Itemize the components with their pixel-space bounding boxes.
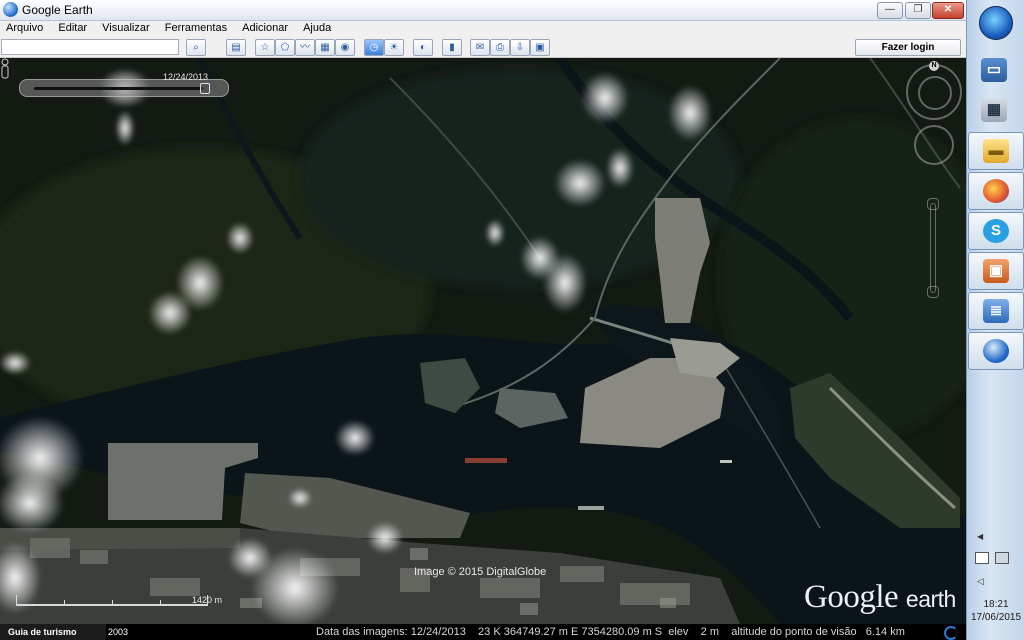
- explorer-icon[interactable]: ▬: [968, 132, 1024, 170]
- scale-label: 1420 m: [192, 595, 223, 605]
- scale-legend: [16, 593, 208, 607]
- clock-date: 17/06/2015: [970, 612, 1022, 623]
- save-image-icon[interactable]: ⇩: [510, 39, 530, 56]
- scale-tick: [160, 600, 161, 606]
- window-title: Google Earth: [22, 3, 93, 17]
- menu-ajuda[interactable]: Ajuda: [297, 21, 337, 34]
- polygon-icon[interactable]: ⬠: [275, 39, 295, 56]
- taskbar-clock[interactable]: 18:21 17/06/2015: [967, 598, 1024, 624]
- scale-tick: [16, 595, 17, 606]
- google-maps-icon[interactable]: ▣: [530, 39, 550, 56]
- login-button[interactable]: Fazer login: [855, 39, 961, 56]
- windows-taskbar: ▭ ▦ ▬ S ▣ ≣ ◀ ◁ 18:21 17/06/2015: [966, 0, 1024, 640]
- ruler-icon[interactable]: ▮: [442, 39, 462, 56]
- time-slider-date: 12/24/2013: [163, 72, 209, 82]
- sidebar-toggle-icon[interactable]: ▤: [226, 39, 246, 56]
- menu-ferramentas[interactable]: Ferramentas: [159, 21, 233, 34]
- impress-icon[interactable]: ▣: [968, 252, 1024, 290]
- compass-ring: [918, 76, 952, 110]
- placemark-icon[interactable]: ☆: [255, 39, 275, 56]
- tour-guide-button[interactable]: Guia de turismo: [0, 624, 106, 640]
- menu-editar[interactable]: Editar: [52, 21, 93, 34]
- menu-visualizar[interactable]: Visualizar: [96, 21, 156, 34]
- google-earth-taskbar-icon[interactable]: [968, 332, 1024, 370]
- system-tray: ◀ ◁: [973, 532, 1019, 586]
- imagery-copyright: Image © 2015 DigitalGlobe: [414, 566, 547, 578]
- skype-icon[interactable]: S: [968, 212, 1024, 250]
- planets-icon[interactable]: ◐: [413, 39, 433, 56]
- look-joystick[interactable]: [914, 125, 954, 165]
- calculator-icon[interactable]: ▦: [967, 92, 1023, 128]
- streaming-indicator-icon: [944, 626, 958, 640]
- print-icon[interactable]: ⎙: [490, 39, 510, 56]
- map-view[interactable]: 12/24/2013 N Image © 2015 DigitalGlobe G…: [0, 58, 966, 624]
- menu-arquivo[interactable]: Arquivo: [0, 21, 49, 34]
- toolbar: ⌕ ▤ ☆ ⬠ 〰 ▦ ◉ ◷ ☀ ◐ ▮ ✉ ⎙ ⇩ ▣ Fazer logi…: [0, 38, 966, 58]
- scale-tick: [64, 600, 65, 606]
- coordinates-info: Data das imagens: 12/24/2013 23 K 364749…: [316, 626, 905, 638]
- search-icon[interactable]: ⌕: [186, 39, 206, 56]
- navigation-compass[interactable]: N: [906, 61, 962, 120]
- tray-expand-icon[interactable]: ◀: [977, 532, 983, 541]
- status-bar: Guia de turismo 2003 Data das imagens: 1…: [0, 624, 966, 640]
- menu-bar: Arquivo Editar Visualizar Ferramentas Ad…: [0, 21, 966, 38]
- firefox-icon[interactable]: [968, 172, 1024, 210]
- sunlight-icon[interactable]: ☀: [384, 39, 404, 56]
- north-icon[interactable]: N: [929, 61, 939, 71]
- search-input[interactable]: [1, 39, 179, 55]
- tour-year: 2003: [108, 627, 129, 637]
- google-earth-window: Google Earth — ❐ ✕ Arquivo Editar Visual…: [0, 0, 966, 640]
- satellite-imagery: [0, 58, 966, 624]
- google-earth-icon: [3, 2, 18, 17]
- path-icon[interactable]: 〰: [295, 39, 315, 56]
- historical-imagery-icon[interactable]: ◷: [364, 39, 384, 56]
- clock-time: 18:21: [983, 599, 1009, 610]
- start-button-icon[interactable]: [979, 6, 1013, 40]
- maximize-button[interactable]: ❐: [905, 2, 931, 19]
- action-center-icon[interactable]: [975, 552, 989, 564]
- email-icon[interactable]: ✉: [470, 39, 490, 56]
- volume-icon[interactable]: ◁: [977, 576, 984, 587]
- watermark-google: Google: [804, 579, 899, 615]
- zoom-slider[interactable]: [930, 203, 936, 293]
- street-view-pegman-icon[interactable]: [0, 58, 10, 80]
- time-slider-knob[interactable]: [200, 83, 210, 94]
- network-icon[interactable]: [995, 552, 1009, 564]
- record-tour-icon[interactable]: ◉: [335, 39, 355, 56]
- scale-tick: [112, 600, 113, 606]
- image-overlay-icon[interactable]: ▦: [315, 39, 335, 56]
- watermark-earth: earth: [905, 586, 956, 612]
- zoom-out-button[interactable]: [927, 286, 939, 298]
- close-button[interactable]: ✕: [932, 2, 964, 19]
- menu-adicionar[interactable]: Adicionar: [236, 21, 294, 34]
- computer-icon[interactable]: ▭: [967, 52, 1023, 88]
- writer-icon[interactable]: ≣: [968, 292, 1024, 330]
- minimize-button[interactable]: —: [877, 2, 903, 19]
- title-bar: Google Earth — ❐ ✕: [0, 0, 966, 21]
- google-earth-watermark: Google earth: [804, 579, 956, 616]
- time-slider-track: [34, 87, 204, 90]
